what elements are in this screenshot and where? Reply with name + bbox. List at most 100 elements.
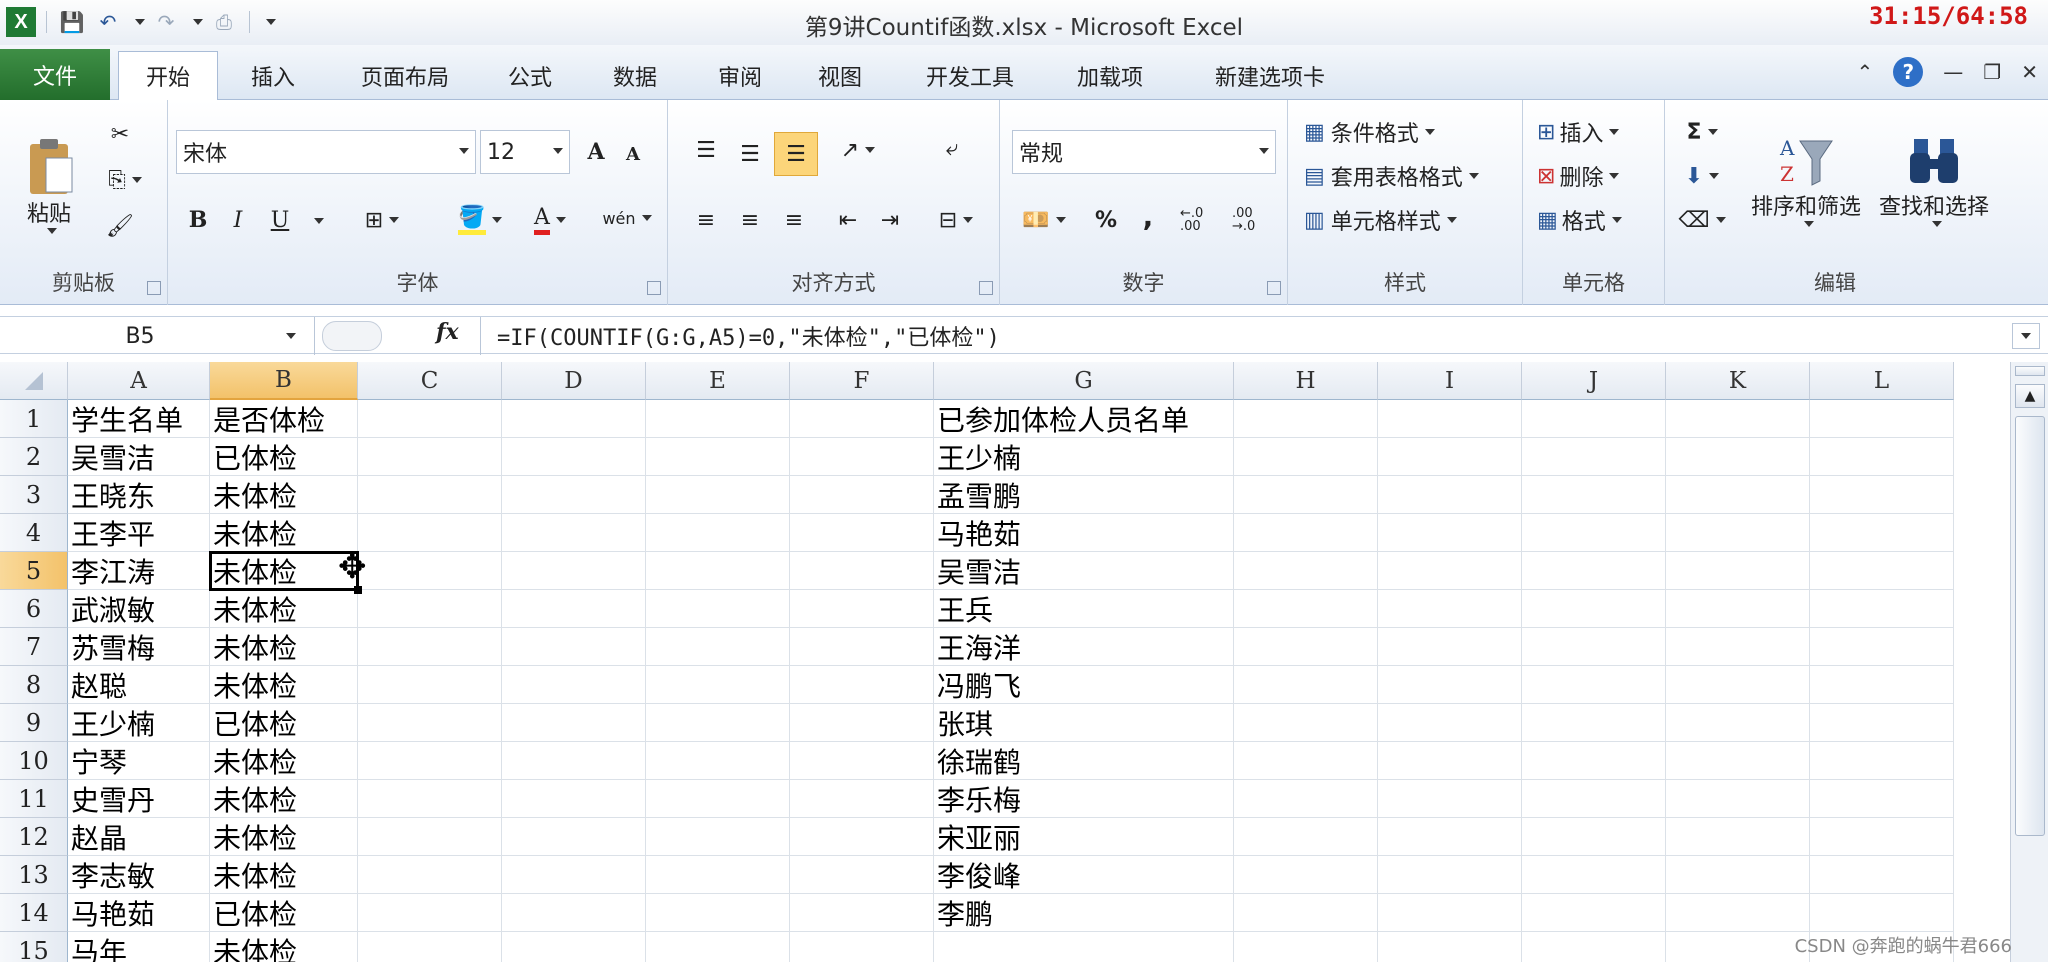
cell-b13[interactable]: 未体检 <box>210 856 358 894</box>
row-header-7[interactable]: 7 <box>0 628 68 666</box>
format-as-table-button[interactable]: ▤ 套用表格格式 <box>1304 158 1479 194</box>
column-header-d[interactable]: D <box>502 362 646 400</box>
cell-i2[interactable] <box>1378 438 1522 476</box>
column-header-a[interactable]: A <box>68 362 210 400</box>
cell-b2[interactable]: 已体检 <box>210 438 358 476</box>
cell-h3[interactable] <box>1234 476 1378 514</box>
cell-c10[interactable] <box>358 742 502 780</box>
phonetic-button[interactable]: wén <box>592 196 662 240</box>
cell-styles-button[interactable]: ▥ 单元格样式 <box>1304 202 1457 238</box>
cell-l8[interactable] <box>1810 666 1954 704</box>
tab-review[interactable]: 审阅 <box>695 51 785 100</box>
tab-view[interactable]: 视图 <box>795 51 885 100</box>
tab-formulas[interactable]: 公式 <box>490 51 570 100</box>
cell-i5[interactable] <box>1378 552 1522 590</box>
cell-f12[interactable] <box>790 818 934 856</box>
cell-c8[interactable] <box>358 666 502 704</box>
cell-j14[interactable] <box>1522 894 1666 932</box>
cell-d14[interactable] <box>502 894 646 932</box>
row-header-14[interactable]: 14 <box>0 894 68 932</box>
cell-l4[interactable] <box>1810 514 1954 552</box>
percent-button[interactable]: % <box>1086 200 1126 240</box>
comma-button[interactable]: , <box>1130 196 1166 236</box>
cell-j10[interactable] <box>1522 742 1666 780</box>
cell-c11[interactable] <box>358 780 502 818</box>
cell-c12[interactable] <box>358 818 502 856</box>
copy-icon[interactable]: ⎘ <box>100 162 150 198</box>
cell-c13[interactable] <box>358 856 502 894</box>
cell-h12[interactable] <box>1234 818 1378 856</box>
cell-h7[interactable] <box>1234 628 1378 666</box>
scrollbar-thumb[interactable] <box>2015 416 2045 836</box>
cell-c7[interactable] <box>358 628 502 666</box>
cell-j4[interactable] <box>1522 514 1666 552</box>
minimize-icon[interactable]: — <box>1943 60 1963 84</box>
cell-b14[interactable]: 已体检 <box>210 894 358 932</box>
cell-d4[interactable] <box>502 514 646 552</box>
cell-i13[interactable] <box>1378 856 1522 894</box>
fill-color-button[interactable]: 🪣 <box>448 200 512 240</box>
cell-d2[interactable] <box>502 438 646 476</box>
cell-f1[interactable] <box>790 400 934 438</box>
cell-f4[interactable] <box>790 514 934 552</box>
cell-f7[interactable] <box>790 628 934 666</box>
cell-g6[interactable]: 王兵 <box>934 590 1234 628</box>
cell-h9[interactable] <box>1234 704 1378 742</box>
cell-g8[interactable]: 冯鹏飞 <box>934 666 1234 704</box>
name-box[interactable]: B5 <box>0 317 315 355</box>
number-format-select[interactable]: 常规 <box>1012 130 1276 174</box>
cell-g11[interactable]: 李乐梅 <box>934 780 1234 818</box>
cell-b1[interactable]: 是否体检 <box>210 400 358 438</box>
cell-d3[interactable] <box>502 476 646 514</box>
cell-g15[interactable] <box>934 932 1234 962</box>
row-header-4[interactable]: 4 <box>0 514 68 552</box>
cell-l11[interactable] <box>1810 780 1954 818</box>
row-header-3[interactable]: 3 <box>0 476 68 514</box>
cell-h13[interactable] <box>1234 856 1378 894</box>
cell-k9[interactable] <box>1666 704 1810 742</box>
align-bottom-icon[interactable]: ☰ <box>774 132 818 176</box>
cell-g3[interactable]: 孟雪鹏 <box>934 476 1234 514</box>
cell-g2[interactable]: 王少楠 <box>934 438 1234 476</box>
cell-c2[interactable] <box>358 438 502 476</box>
cell-g14[interactable]: 李鹏 <box>934 894 1234 932</box>
cell-c14[interactable] <box>358 894 502 932</box>
cell-d7[interactable] <box>502 628 646 666</box>
tab-home[interactable]: 开始 <box>118 51 218 100</box>
cell-f10[interactable] <box>790 742 934 780</box>
cell-j11[interactable] <box>1522 780 1666 818</box>
cell-j6[interactable] <box>1522 590 1666 628</box>
cell-d1[interactable] <box>502 400 646 438</box>
alignment-launcher-icon[interactable] <box>979 281 993 295</box>
select-all-button[interactable] <box>0 362 68 400</box>
format-cells-button[interactable]: ▦ 格式 <box>1537 202 1622 238</box>
cell-i14[interactable] <box>1378 894 1522 932</box>
cell-k8[interactable] <box>1666 666 1810 704</box>
grow-font-button[interactable]: A <box>578 134 614 170</box>
cell-h6[interactable] <box>1234 590 1378 628</box>
worksheet-grid[interactable]: ABCDEFGHIJKL 1 2 3 4 5 6 7 8 9 10 11 12 13 14 15 学生名单是… <box>0 362 2010 962</box>
name-box-dropdown-icon[interactable] <box>286 333 296 339</box>
cell-i4[interactable] <box>1378 514 1522 552</box>
align-left-icon[interactable]: ≡ <box>686 200 726 240</box>
column-header-j[interactable]: J <box>1522 362 1666 400</box>
paste-button[interactable]: 粘贴 <box>14 110 84 260</box>
cell-a6[interactable]: 武淑敏 <box>68 590 210 628</box>
cell-j15[interactable] <box>1522 932 1666 962</box>
cell-e7[interactable] <box>646 628 790 666</box>
cell-h15[interactable] <box>1234 932 1378 962</box>
font-launcher-icon[interactable] <box>647 281 661 295</box>
cell-e4[interactable] <box>646 514 790 552</box>
autosum-button[interactable]: Σ <box>1677 114 1727 150</box>
column-header-i[interactable]: I <box>1378 362 1522 400</box>
cell-a7[interactable]: 苏雪梅 <box>68 628 210 666</box>
increase-decimal-button[interactable]: ←.0 .00 <box>1180 200 1228 240</box>
conditional-formatting-button[interactable]: ▦ 条件格式 <box>1304 114 1435 150</box>
cell-f8[interactable] <box>790 666 934 704</box>
cell-i1[interactable] <box>1378 400 1522 438</box>
cell-g7[interactable]: 王海洋 <box>934 628 1234 666</box>
cell-f15[interactable] <box>790 932 934 962</box>
row-header-2[interactable]: 2 <box>0 438 68 476</box>
cell-g12[interactable]: 宋亚丽 <box>934 818 1234 856</box>
cell-c4[interactable] <box>358 514 502 552</box>
